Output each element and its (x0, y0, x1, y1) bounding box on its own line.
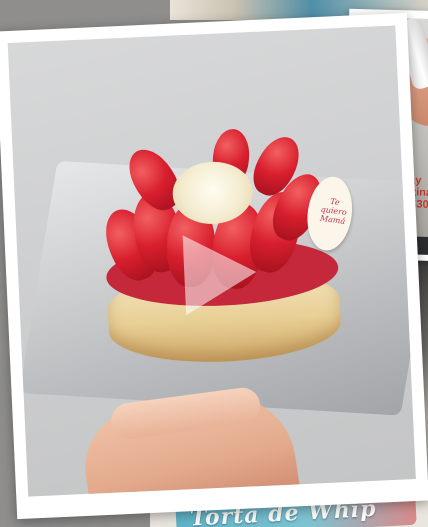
plaque-text: Te quiero Mamá (319, 196, 348, 226)
play-icon[interactable] (182, 232, 259, 316)
main-video-card[interactable]: Te quiero Mamá (0, 12, 428, 520)
main-video-thumbnail[interactable]: Te quiero Mamá (7, 25, 416, 497)
